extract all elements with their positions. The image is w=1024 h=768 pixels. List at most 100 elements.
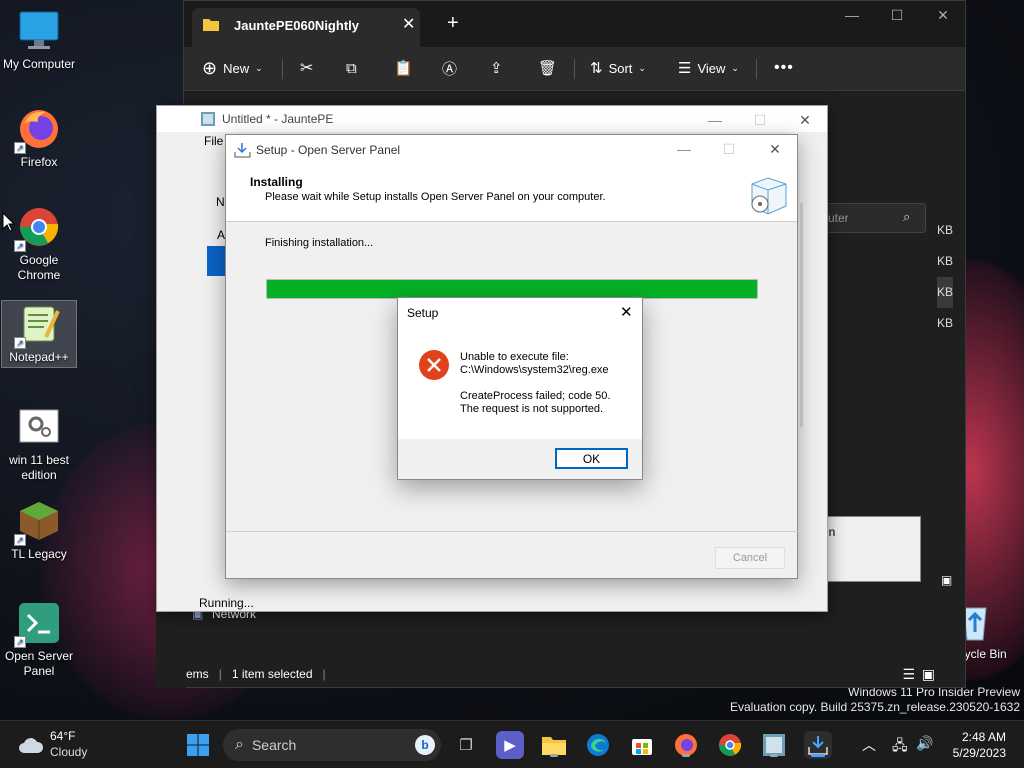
- minimize-icon[interactable]: —: [829, 1, 875, 29]
- search-box[interactable]: uter ⌕: [824, 203, 926, 233]
- desktop-icon-firefox[interactable]: ↗ Firefox: [1, 106, 77, 170]
- teams-chat-button[interactable]: ▶: [496, 731, 524, 759]
- chrome-icon: [719, 734, 742, 756]
- desktop-icon-my-computer[interactable]: My Computer: [1, 8, 77, 72]
- preview-pane-icon[interactable]: ▣: [941, 573, 952, 587]
- desktop-icon-label: win 11 best edition: [9, 453, 69, 482]
- separator: [282, 59, 283, 79]
- weather-temp: 64°F: [50, 729, 76, 743]
- setup-heading: Installing: [250, 175, 303, 189]
- status-divider: |: [322, 667, 326, 681]
- search-icon: ⌕: [903, 209, 911, 224]
- running-indicator: [682, 754, 690, 757]
- new-tab-icon[interactable]: +: [447, 13, 459, 33]
- windows-watermark: Windows 11 Pro Insider Preview Evaluatio…: [730, 685, 1020, 715]
- sort-button[interactable]: ⇅ Sort ⌄: [590, 57, 646, 79]
- close-icon[interactable]: ✕: [782, 106, 828, 134]
- firefox-taskbar-button[interactable]: [672, 731, 700, 759]
- setup-title: Setup - Open Server Panel: [256, 142, 401, 157]
- shortcut-arrow-icon: ↗: [14, 636, 26, 648]
- explorer-tab[interactable]: JauntePE060Nightly ✕: [192, 8, 420, 47]
- jauntepe-title: Untitled * - JauntePE: [222, 112, 334, 126]
- clock-time: 2:48 AM: [961, 730, 1006, 744]
- shortcut-arrow-icon: ↗: [14, 534, 26, 546]
- weather-widget[interactable]: 64°F Cloudy: [18, 729, 108, 763]
- add-circle-icon: ⊕: [202, 57, 218, 78]
- mouse-cursor-icon: [2, 212, 16, 232]
- minimize-icon[interactable]: —: [692, 106, 738, 134]
- details-view-icon[interactable]: ☰: [902, 666, 915, 683]
- search-icon: ⌕: [235, 736, 244, 753]
- edge-icon: [587, 734, 609, 756]
- setup-subheading: Please wait while Setup installs Open Se…: [265, 191, 606, 203]
- desktop-icon-win11[interactable]: win 11 best edition: [1, 404, 77, 483]
- volume-icon[interactable]: 🔊: [916, 735, 933, 752]
- bing-icon: b: [415, 735, 435, 755]
- running-indicator: [550, 754, 558, 757]
- start-button[interactable]: [184, 731, 212, 759]
- explorer-command-bar: ⊕ New ⌄ ✂ ⧉ 📋 Ⓐ ⇪ 🗑 ⇅ Sort ⌄ ☰ View ⌄ ••…: [184, 47, 965, 91]
- cancel-button[interactable]: Cancel: [715, 547, 785, 569]
- task-view-button[interactable]: ❐: [452, 731, 480, 759]
- copy-icon[interactable]: ⧉: [346, 57, 357, 79]
- close-icon[interactable]: ✕: [920, 1, 966, 29]
- cut-icon[interactable]: ✂: [300, 57, 313, 79]
- close-icon[interactable]: ✕: [620, 303, 633, 321]
- weather-desc: Cloudy: [50, 745, 88, 759]
- size-column-partial: KB KB KB KB: [937, 215, 954, 339]
- running-indicator: [770, 754, 778, 757]
- shortcut-arrow-icon: ↗: [14, 240, 26, 252]
- share-icon[interactable]: ⇪: [490, 57, 503, 79]
- chrome-icon: ↗: [14, 204, 62, 252]
- error-line-2: C:\Windows\system32\reg.exe: [460, 364, 609, 376]
- more-options-icon[interactable]: •••: [774, 57, 794, 79]
- paste-icon[interactable]: 📋: [394, 57, 413, 79]
- separator: [574, 59, 575, 79]
- error-icon: [419, 350, 449, 380]
- size-cell: KB: [937, 254, 954, 268]
- terminal-icon: ↗: [14, 600, 62, 648]
- setup-install-icon: [808, 736, 828, 755]
- setup-taskbar-button[interactable]: [804, 731, 832, 759]
- file-explorer-taskbar-button[interactable]: [540, 731, 568, 759]
- store-icon: [632, 739, 652, 755]
- maximize-icon[interactable]: ☐: [737, 106, 783, 134]
- ok-button[interactable]: OK: [555, 448, 628, 469]
- active-indicator: [811, 754, 825, 757]
- view-button[interactable]: ☰ View ⌄: [678, 57, 739, 79]
- size-cell: KB: [937, 223, 954, 237]
- new-button[interactable]: ⊕ New ⌄: [202, 57, 263, 79]
- tiles-view-icon[interactable]: ▣: [922, 666, 935, 683]
- delete-icon[interactable]: 🗑: [538, 57, 557, 79]
- desktop-icon-open-server-panel[interactable]: ↗ Open Server Panel: [1, 600, 77, 679]
- close-icon[interactable]: ✕: [752, 135, 798, 163]
- error-dialog-titlebar: Setup ✕: [398, 298, 642, 327]
- network-status-icon[interactable]: 🖧: [892, 735, 908, 759]
- partial-button: un: [819, 516, 921, 582]
- clock[interactable]: 2:48 AM 5/29/2023: [944, 729, 1006, 761]
- settings-file-icon: [16, 404, 62, 450]
- jauntepe-taskbar-button[interactable]: [760, 731, 788, 759]
- taskbar-search-label: Search: [251, 737, 297, 753]
- desktop-icon-label: Google Chrome: [17, 253, 61, 282]
- explorer-status-bar: 3 items | 1 item selected | ☰ ▣: [170, 661, 965, 687]
- error-line-1: Unable to execute file:: [460, 351, 569, 363]
- chevron-up-icon[interactable]: ︿: [862, 735, 876, 755]
- desktop-icon-notepadpp[interactable]: ↗ Notepad++: [1, 300, 77, 368]
- tab-close-icon[interactable]: ✕: [402, 14, 415, 34]
- maximize-icon[interactable]: ☐: [874, 1, 920, 29]
- desktop-icon-label: Notepad++: [9, 350, 69, 364]
- chrome-taskbar-button[interactable]: [716, 731, 744, 759]
- maximize-icon[interactable]: ☐: [706, 135, 752, 163]
- folder-icon: [203, 19, 219, 31]
- error-dialog[interactable]: Setup ✕ Unable to execute file: C:\Windo…: [397, 297, 643, 480]
- desktop-icon-tl-legacy[interactable]: ↗ TL Legacy: [1, 498, 77, 562]
- setup-titlebar: Setup - Open Server Panel — ☐ ✕: [226, 135, 797, 164]
- rename-icon[interactable]: Ⓐ: [442, 57, 457, 79]
- chat-icon: ▶: [504, 737, 516, 754]
- menu-file[interactable]: File: [204, 134, 223, 148]
- minimize-icon[interactable]: —: [661, 135, 707, 163]
- store-button[interactable]: [628, 731, 656, 759]
- taskbar-search[interactable]: ⌕ Search b: [223, 729, 441, 761]
- edge-button[interactable]: [584, 731, 612, 759]
